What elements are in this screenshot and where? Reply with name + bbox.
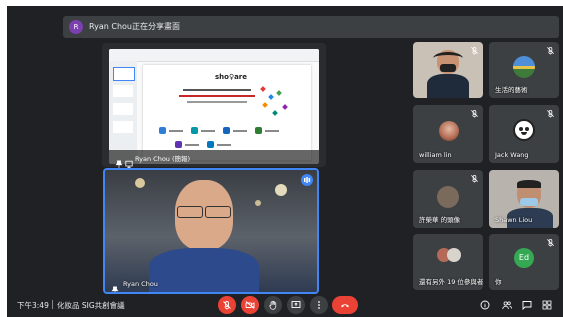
- presentation-notice-bar[interactable]: R Ryan Chou正在分享畫面: [63, 16, 559, 38]
- presentation-label: Ryan Chou (簡報): [135, 155, 191, 163]
- slide-logo-label: [201, 130, 215, 132]
- self-avatar: Ed: [514, 248, 534, 268]
- activities-icon: [542, 300, 552, 310]
- participant-avatar: [447, 248, 461, 262]
- end-call-icon: [341, 304, 349, 308]
- participant-hair: [517, 180, 541, 188]
- participant-tile[interactable]: [413, 42, 483, 98]
- slide-decoration: [282, 104, 288, 110]
- present-icon: [125, 153, 133, 168]
- meeting-info-button[interactable]: [480, 300, 490, 310]
- others-tile[interactable]: 還有另外 19 位參與者: [413, 234, 483, 290]
- participant-name: william lin: [419, 151, 452, 159]
- participant-tile[interactable]: Jack Wang: [489, 105, 559, 163]
- participant-name: Ryan Chou: [123, 280, 158, 288]
- participant-name: Jack Wang: [495, 151, 529, 159]
- participant-name: Shawn Liou: [495, 216, 533, 224]
- participant-avatar: [437, 186, 459, 208]
- meet-stage: R Ryan Chou正在分享畫面 sho♀are Ryan Chou (簡報)…: [7, 6, 563, 317]
- pin-icon[interactable]: [111, 279, 119, 292]
- slide-decoration: [276, 90, 282, 96]
- camera-toggle-button[interactable]: [241, 296, 259, 314]
- people-icon: [502, 301, 512, 310]
- presentation-label-bar: Ryan Chou (簡報): [109, 150, 319, 168]
- participant-mask: [520, 198, 538, 206]
- more-options-icon: [318, 301, 320, 309]
- self-tile[interactable]: Ed 你: [489, 234, 559, 290]
- participant-mask: [440, 64, 456, 72]
- speaker-glasses: [177, 206, 203, 218]
- participant-avatar: [439, 121, 459, 141]
- leave-call-button[interactable]: [332, 296, 358, 314]
- slide-logo-label: [233, 130, 247, 132]
- slide-text-line: [187, 101, 247, 103]
- slide-app-toolbar: [109, 49, 319, 62]
- camera-off-icon: [245, 301, 255, 309]
- slide-text-line: [183, 89, 251, 91]
- slide-logo-label: [169, 130, 183, 132]
- more-options-button[interactable]: [310, 296, 328, 314]
- slide-decoration: [262, 102, 268, 108]
- present-now-button[interactable]: [287, 296, 305, 314]
- participant-name: 生活的藝術: [495, 86, 528, 94]
- speaker-glasses: [205, 206, 231, 218]
- participant-avatar: [513, 56, 535, 78]
- slide-logo-icon: [159, 127, 166, 134]
- presenter-avatar: R: [69, 20, 83, 34]
- pin-icon[interactable]: [115, 153, 123, 168]
- ceiling-light: [275, 184, 287, 196]
- slide-thumbnail-panel: [109, 61, 137, 164]
- slide-text-line: [179, 95, 255, 97]
- participant-tile[interactable]: 許榮華 的頭像: [413, 170, 483, 228]
- speaking-indicator-icon: [301, 174, 313, 186]
- chat-button[interactable]: [522, 300, 532, 310]
- activities-button[interactable]: [542, 300, 552, 310]
- ceiling-light: [255, 200, 261, 206]
- mic-off-icon: [470, 174, 479, 183]
- slide-logo-icon: [255, 127, 262, 134]
- participant-tile[interactable]: Shawn Liou: [489, 170, 559, 228]
- slide-canvas: sho♀are: [143, 65, 311, 160]
- slide-logo-label: [185, 144, 199, 146]
- participant-tile[interactable]: 生活的藝術: [489, 42, 559, 98]
- mic-off-icon: [223, 301, 231, 310]
- mic-off-icon: [546, 109, 555, 118]
- presentation-slide: sho♀are: [109, 49, 319, 164]
- participant-shirt: [427, 74, 469, 98]
- presentation-notice-text: Ryan Chou正在分享畫面: [89, 22, 180, 31]
- people-button[interactable]: [502, 300, 512, 310]
- chat-icon: [522, 301, 532, 310]
- raise-hand-icon: [269, 300, 277, 310]
- mic-off-icon: [470, 109, 479, 118]
- info-icon: [480, 300, 490, 310]
- slide-logo-icon: [223, 127, 230, 134]
- slide-logo-label: [217, 144, 231, 146]
- participant-name: 你: [495, 278, 502, 286]
- mic-off-icon: [546, 46, 555, 55]
- participant-name: 許榮華 的頭像: [419, 216, 461, 224]
- others-count: 還有另外 19 位參與者: [419, 278, 483, 286]
- slide-brand-logo: sho♀are: [215, 73, 248, 81]
- mic-off-icon: [546, 238, 555, 247]
- participant-tile[interactable]: william lin: [413, 105, 483, 163]
- slide-logo-icon: [207, 141, 214, 148]
- separator: [52, 300, 53, 309]
- mic-toggle-button[interactable]: [218, 296, 236, 314]
- mic-off-icon: [470, 46, 479, 55]
- participant-avatar: [513, 119, 535, 141]
- slide-decoration: [268, 94, 274, 100]
- meeting-name[interactable]: 化妝品 SIG共創會議: [57, 300, 125, 311]
- slide-logo-icon: [175, 141, 182, 148]
- slide-decoration: [260, 86, 266, 92]
- meet-window: R Ryan Chou正在分享畫面 sho♀are Ryan Chou (簡報)…: [0, 0, 563, 317]
- slide-logo-icon: [191, 127, 198, 134]
- raise-hand-button[interactable]: [264, 296, 282, 314]
- present-icon: [291, 301, 301, 308]
- active-speaker-tile[interactable]: Ryan Chou: [103, 168, 319, 294]
- slide-logo-label: [265, 130, 279, 132]
- speaker-shirt: [149, 248, 259, 292]
- slide-decoration: [272, 110, 278, 116]
- meeting-time: 下午3:49: [17, 301, 49, 310]
- ceiling-light: [135, 178, 145, 188]
